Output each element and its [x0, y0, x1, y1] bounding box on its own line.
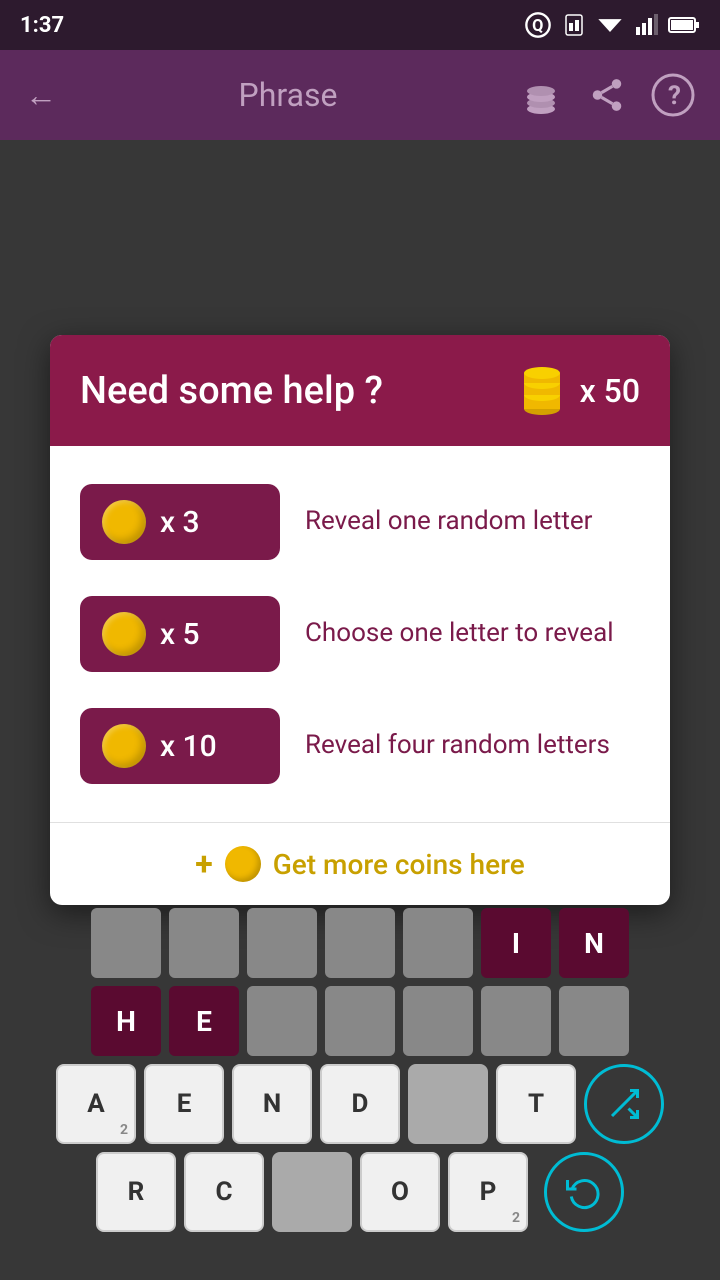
hint-cost-2: x 5: [160, 617, 200, 652]
plus-icon: +: [195, 845, 212, 883]
key-C[interactable]: C: [184, 1152, 264, 1232]
word-tile-empty-8: [403, 986, 473, 1056]
word-tile-empty-5: [403, 908, 473, 978]
game-area: Need some help ? x 50: [0, 140, 720, 1280]
hint-desc-1: Reveal one random letter: [305, 505, 640, 539]
back-button[interactable]: ←: [25, 76, 57, 114]
hint-cost-1: x 3: [160, 505, 200, 540]
key-empty-2: [272, 1152, 352, 1232]
key-empty-1: [408, 1064, 488, 1144]
refresh-button[interactable]: [544, 1152, 624, 1232]
get-coins-button[interactable]: + Get more coins here: [50, 822, 670, 905]
dialog-coins-icon: [515, 363, 570, 418]
hint-btn-1[interactable]: x 3: [80, 484, 280, 560]
word-display-row-2: H E: [20, 986, 700, 1056]
word-tile-I: I: [481, 908, 551, 978]
hint-coin-2: [102, 612, 146, 656]
word-tile-H: H: [91, 986, 161, 1056]
dialog-title: Need some help ?: [80, 369, 383, 413]
key-R[interactable]: R: [96, 1152, 176, 1232]
hint-coin-3: [102, 724, 146, 768]
dialog-header: Need some help ? x 50: [50, 335, 670, 446]
keyboard-row-2: R C O P2: [20, 1152, 700, 1232]
hint-row-3: x 10 Reveal four random letters: [80, 690, 640, 802]
footer-text: Get more coins here: [273, 848, 525, 881]
share-icon[interactable]: [588, 76, 626, 114]
word-tile-E: E: [169, 986, 239, 1056]
coin-count: x 50: [515, 363, 640, 418]
word-tile-empty-7: [325, 986, 395, 1056]
coins-icon[interactable]: [519, 73, 563, 117]
sim-icon: [562, 13, 586, 37]
signal-icon: [634, 13, 658, 37]
page-title: Phrase: [239, 76, 338, 114]
word-tile-empty-3: [247, 908, 317, 978]
svg-text:?: ?: [668, 81, 681, 111]
shuffle-button[interactable]: [584, 1064, 664, 1144]
word-tile-empty-10: [559, 986, 629, 1056]
status-bar: 1:37 Q: [0, 0, 720, 50]
keyboard-row-1: A2 E N D T: [20, 1064, 700, 1144]
q-icon: Q: [524, 11, 552, 39]
wifi-icon: [596, 11, 624, 39]
hint-row-2: x 5 Choose one letter to reveal: [80, 578, 640, 690]
help-icon[interactable]: ?: [651, 73, 695, 117]
word-tile-empty-6: [247, 986, 317, 1056]
coin-count-text: x 50: [580, 372, 640, 410]
key-D[interactable]: D: [320, 1064, 400, 1144]
key-A[interactable]: A2: [56, 1064, 136, 1144]
hint-btn-3[interactable]: x 10: [80, 708, 280, 784]
top-bar: ← Phrase ?: [0, 50, 720, 140]
svg-text:Q: Q: [532, 16, 543, 35]
hint-coin-1: [102, 500, 146, 544]
dialog-body: x 3 Reveal one random letter x 5 Choose …: [50, 446, 670, 822]
word-tile-empty-1: [91, 908, 161, 978]
footer-coin-icon: [225, 846, 261, 882]
hint-btn-2[interactable]: x 5: [80, 596, 280, 672]
status-icons: Q: [524, 11, 700, 39]
key-N[interactable]: N: [232, 1064, 312, 1144]
game-board: I N H E A2 E N D T: [0, 908, 720, 1240]
key-T[interactable]: T: [496, 1064, 576, 1144]
word-tile-empty-9: [481, 986, 551, 1056]
word-tile-N: N: [559, 908, 629, 978]
word-tile-empty-4: [325, 908, 395, 978]
key-O[interactable]: O: [360, 1152, 440, 1232]
hint-desc-3: Reveal four random letters: [305, 729, 640, 763]
hint-row-1: x 3 Reveal one random letter: [80, 466, 640, 578]
key-E[interactable]: E: [144, 1064, 224, 1144]
help-dialog: Need some help ? x 50: [50, 335, 670, 905]
key-P[interactable]: P2: [448, 1152, 528, 1232]
hint-cost-3: x 10: [160, 729, 217, 764]
battery-icon: [668, 15, 700, 35]
status-time: 1:37: [20, 13, 64, 38]
top-bar-actions: ?: [519, 73, 695, 117]
hint-desc-2: Choose one letter to reveal: [305, 617, 640, 651]
word-display-row: I N: [20, 908, 700, 978]
word-tile-empty-2: [169, 908, 239, 978]
